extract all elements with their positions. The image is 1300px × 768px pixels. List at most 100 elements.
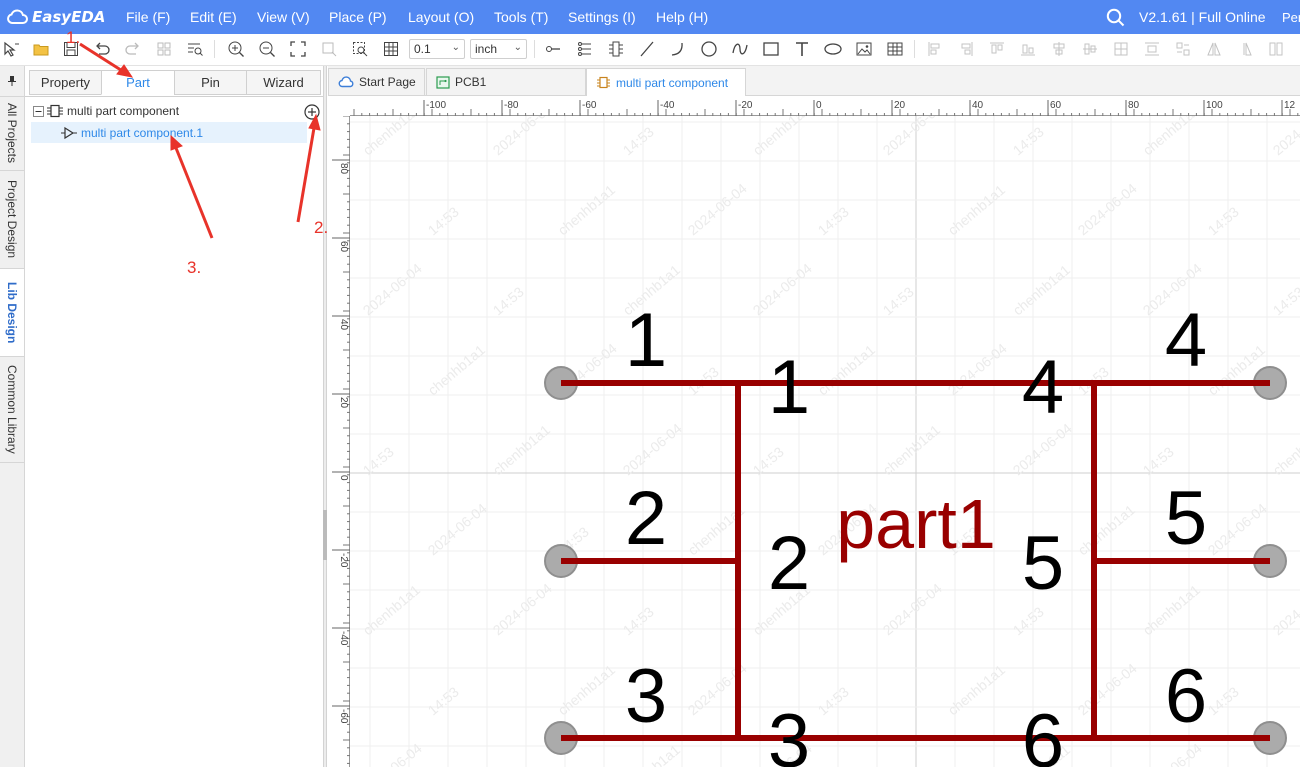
- line-tool-icon[interactable]: [638, 40, 656, 58]
- rotate-icon[interactable]: [1267, 40, 1285, 58]
- grid-size-select[interactable]: 0.1 ⌄: [409, 39, 465, 59]
- watermark-text: 2024-06-04: [490, 580, 555, 638]
- ruler-top-label: -40: [660, 100, 675, 111]
- align-right-icon[interactable]: [957, 40, 975, 58]
- ruler-top-label: 80: [1128, 100, 1140, 111]
- watermark-text: chenhb1a1: [490, 421, 554, 478]
- align-bottom-icon[interactable]: [1019, 40, 1037, 58]
- bezier-tool-icon[interactable]: [731, 40, 749, 58]
- ruler-top-label: -80: [504, 100, 519, 111]
- watermark-text: 14:53: [880, 283, 917, 318]
- tab-common-library[interactable]: Common Library: [0, 357, 24, 463]
- chip-icon: [597, 76, 610, 89]
- distribute-v-icon[interactable]: [1143, 40, 1161, 58]
- distribute-h-icon[interactable]: [1112, 40, 1130, 58]
- tab-pin[interactable]: Pin: [174, 70, 247, 95]
- schematic-canvas[interactable]: chenhb1a1 2024-06-04 14:53 chenhb1a1 2024-06…: [328, 96, 1300, 767]
- ruler-left-label: -40: [338, 631, 349, 646]
- search-icon[interactable]: [1106, 8, 1125, 27]
- align-center-h-icon[interactable]: [1050, 40, 1068, 58]
- grid-tiles-icon[interactable]: [155, 40, 173, 58]
- toolbar: 0.1 ⌄ inch ⌄: [0, 34, 1300, 66]
- doc-tab-multi-part-component[interactable]: multi part component: [586, 68, 746, 96]
- watermark-text: 14:53: [425, 683, 462, 718]
- flip-horizontal-icon[interactable]: [1205, 40, 1223, 58]
- tab-wizard[interactable]: Wizard: [246, 70, 321, 95]
- menu-edit[interactable]: Edit (E): [190, 9, 237, 25]
- pin-tool-icon[interactable]: [544, 40, 562, 58]
- doc-tab-start-page[interactable]: Start Page: [328, 68, 425, 95]
- app-logo[interactable]: EasyEDA: [6, 8, 105, 26]
- pin-name-4: 4: [1165, 298, 1207, 383]
- table-tool-icon[interactable]: [886, 40, 904, 58]
- redo-icon[interactable]: [124, 40, 142, 58]
- menu-settings[interactable]: Settings (I): [568, 9, 636, 25]
- tab-part[interactable]: Part: [101, 70, 175, 95]
- document-tabs: Start Page PCB1 multi part component: [328, 66, 1300, 96]
- image-tool-icon[interactable]: [855, 40, 873, 58]
- pin-name-3: 3: [625, 654, 667, 739]
- ellipse-tool-icon[interactable]: [824, 40, 842, 58]
- watermark-text: chenhb1a1: [555, 661, 619, 718]
- bus-tool-icon[interactable]: [607, 40, 625, 58]
- zoom-in-icon[interactable]: [227, 40, 245, 58]
- open-folder-icon[interactable]: [32, 40, 50, 58]
- collapse-toggle-icon[interactable]: [33, 105, 44, 117]
- align-center-v-icon[interactable]: [1081, 40, 1099, 58]
- watermark-text: 2024-06-04: [1270, 580, 1300, 638]
- tab-all-projects[interactable]: All Projects: [0, 97, 24, 171]
- watermark-text: 2024-06-04: [1075, 660, 1140, 718]
- watermark-text: chenhb1a1: [945, 181, 1009, 238]
- find-icon[interactable]: [186, 40, 204, 58]
- flip-vertical-icon[interactable]: [1236, 40, 1254, 58]
- tree-child-item[interactable]: multi part component.1: [31, 122, 307, 143]
- align-top-icon[interactable]: [988, 40, 1006, 58]
- ruler-left-label: 40: [338, 319, 349, 331]
- rectangle-tool-icon[interactable]: [762, 40, 780, 58]
- panel-splitter[interactable]: [323, 66, 327, 767]
- zoom-out-icon[interactable]: [258, 40, 276, 58]
- select-tool-icon[interactable]: [2, 40, 20, 58]
- tree-child-label: multi part component.1: [81, 125, 204, 140]
- tab-lib-design[interactable]: Lib Design: [0, 269, 24, 357]
- distribute-spacing-icon[interactable]: [1174, 40, 1192, 58]
- menu-tools[interactable]: Tools (T): [494, 9, 548, 25]
- add-part-icon[interactable]: [304, 104, 320, 120]
- text-tool-icon[interactable]: [793, 40, 811, 58]
- grid-toggle-icon[interactable]: [382, 40, 400, 58]
- menu-help[interactable]: Help (H): [656, 9, 708, 25]
- watermark-text: 2024-06-04: [750, 260, 815, 318]
- pin-number-2: 2: [768, 521, 810, 606]
- menu-place[interactable]: Place (P): [329, 9, 387, 25]
- watermark-text: 14:53: [620, 123, 657, 158]
- tab-project-design[interactable]: Project Design: [0, 171, 24, 269]
- pin-array-icon[interactable]: [576, 40, 594, 58]
- pin-panel-icon[interactable]: [0, 66, 24, 97]
- menu-layout[interactable]: Layout (O): [408, 9, 474, 25]
- unit-select[interactable]: inch ⌄: [470, 39, 527, 59]
- fit-view-icon[interactable]: [289, 40, 307, 58]
- watermark-text: 14:53: [1205, 203, 1242, 238]
- tab-property[interactable]: Property: [29, 70, 102, 95]
- menu-view[interactable]: View (V): [257, 9, 310, 25]
- align-left-icon[interactable]: [926, 40, 944, 58]
- watermark-text: chenhb1a1: [815, 341, 879, 398]
- watermark-text: chenhb1a1: [880, 421, 944, 478]
- ruler-top-label: 20: [894, 100, 906, 111]
- menu-file[interactable]: File (F): [126, 9, 170, 25]
- part-name-label[interactable]: part1: [836, 485, 996, 563]
- arc-tool-icon[interactable]: [669, 40, 687, 58]
- zoom-area-icon[interactable]: [351, 40, 369, 58]
- user-menu[interactable]: Per: [1282, 10, 1300, 25]
- schematic-drawing[interactable]: chenhb1a1 2024-06-04 14:53 chenhb1a1 2024-06…: [328, 96, 1300, 767]
- tree-root-item[interactable]: multi part component: [33, 103, 179, 119]
- annotation-2: 2.: [314, 218, 329, 237]
- part-tree: multi part component multi part componen…: [25, 96, 323, 768]
- watermark-text: chenhb1a1: [1270, 421, 1300, 478]
- ruler-left-label: 60: [338, 241, 349, 253]
- doc-tab-pcb1[interactable]: PCB1: [426, 68, 586, 95]
- collapse-panel-handle[interactable]: [323, 510, 327, 560]
- undo-icon[interactable]: [93, 40, 111, 58]
- zoom-selection-icon[interactable]: [320, 40, 338, 58]
- circle-tool-icon[interactable]: [700, 40, 718, 58]
